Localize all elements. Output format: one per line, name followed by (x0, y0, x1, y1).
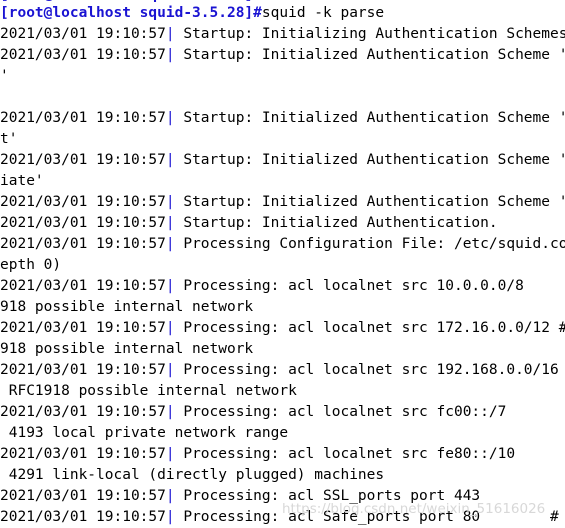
log-timestamp: 2021/03/01 19:10:57 (0, 320, 166, 336)
log-message: Processing: acl localnet src 172.16.0.0/… (183, 320, 565, 336)
log-timestamp: 2021/03/01 19:10:57 (0, 26, 166, 42)
log-message-wrapped: RFC1918 possible internal network (0, 383, 297, 399)
log-separator: | (165, 152, 175, 168)
log-timestamp: 2021/03/01 19:10:57 (0, 509, 166, 525)
terminal-line: [root@localhost squid-3.5.28]#squid -k p… (0, 3, 565, 24)
log-message: Processing: acl localnet src 192.168.0.0… (183, 362, 559, 378)
terminal-line: 2021/03/01 19:10:57| Processing: acl SSL… (0, 486, 565, 507)
log-message-wrapped: ' (0, 68, 9, 84)
log-message: Processing: acl SSL_ports port 443 (174, 488, 481, 504)
terminal-line: 2021/03/01 19:10:57| Startup: Initialize… (0, 45, 565, 66)
log-separator: | (165, 509, 175, 525)
log-timestamp: 2021/03/01 19:10:57 (0, 215, 166, 231)
log-message: Processing: acl localnet src 10.0.0.0/8 … (183, 278, 524, 294)
terminal-window[interactable]: [root@localhost squid-3.5.28]# [root@loc… (0, 0, 565, 528)
terminal-line: ' (0, 66, 565, 87)
log-timestamp: 2021/03/01 19:10:57 (0, 278, 166, 294)
log-message-wrapped: 4193 local private network range (0, 425, 289, 441)
log-timestamp: 2021/03/01 19:10:57 (0, 236, 166, 252)
terminal-line: 2021/03/01 19:10:57| Processing Configur… (0, 234, 565, 255)
log-separator: | (165, 236, 175, 252)
log-message-wrapped: 918 possible internal network (0, 341, 254, 357)
shell-prompt: [root@localhost squid-3.5.28]# (0, 5, 262, 21)
terminal-line: 4193 local private network range (0, 423, 565, 444)
log-message-wrapped: epth 0) (0, 257, 62, 273)
log-message: Processing: acl localnet src fe80::/10 #… (183, 446, 516, 462)
log-message: Startup: Initializing Authentication Sch… (174, 26, 565, 42)
log-separator: | (165, 362, 175, 378)
terminal-line: 2021/03/01 19:10:57| Processing: acl loc… (0, 444, 565, 465)
log-separator: | (165, 404, 175, 420)
terminal-line: 2021/03/01 19:10:57| Startup: Initialize… (0, 213, 565, 234)
terminal-output: [root@localhost squid-3.5.28]#squid -k p… (0, 3, 565, 528)
log-separator: | (165, 446, 175, 462)
terminal-line: RFC1918 possible internal network (0, 381, 565, 402)
log-timestamp: 2021/03/01 19:10:57 (0, 47, 166, 63)
log-message: Startup: Initialized Authentication Sche… (183, 110, 565, 126)
log-message-wrapped: t' (0, 131, 18, 147)
log-separator: | (165, 278, 175, 294)
terminal-line: 2021/03/01 19:10:57| Processing: acl loc… (0, 402, 565, 423)
log-timestamp: 2021/03/01 19:10:57 (0, 404, 166, 420)
log-message-wrapped: 4291 link-local (directly plugged) machi… (0, 467, 385, 483)
log-timestamp: 2021/03/01 19:10:57 (0, 362, 166, 378)
terminal-line: epth 0) (0, 255, 565, 276)
terminal-line: 2021/03/01 19:10:57| Processing: acl loc… (0, 276, 565, 297)
terminal-line: 918 possible internal network (0, 339, 565, 360)
terminal-line: 2021/03/01 19:10:57| Processing: acl loc… (0, 318, 565, 339)
shell-command: squid -k parse (261, 5, 385, 21)
terminal-line: 2021/03/01 19:10:57| Startup: Initialize… (0, 192, 565, 213)
log-separator: | (165, 110, 175, 126)
log-message: Processing: acl localnet src fc00::/7 # … (183, 404, 507, 420)
terminal-line: 2021/03/01 19:10:57| Processing: acl Saf… (0, 507, 565, 528)
terminal-line: 918 possible internal network (0, 297, 565, 318)
log-timestamp: 2021/03/01 19:10:57 (0, 110, 166, 126)
terminal-line: 2021/03/01 19:10:57| Processing: acl loc… (0, 360, 565, 381)
log-separator: | (165, 194, 175, 210)
log-message: Startup: Initialized Authentication Sche… (183, 194, 565, 210)
log-message-wrapped: 918 possible internal network (0, 299, 254, 315)
terminal-line: 2021/03/01 19:10:57| Startup: Initialize… (0, 150, 565, 171)
log-separator: | (165, 47, 175, 63)
log-message-wrapped: iate' (0, 173, 44, 189)
log-message: Startup: Initialized Authentication Sche… (183, 47, 565, 63)
terminal-line: 2021/03/01 19:10:57| Startup: Initializi… (0, 24, 565, 45)
log-separator: | (165, 215, 175, 231)
log-timestamp: 2021/03/01 19:10:57 (0, 152, 166, 168)
log-timestamp: 2021/03/01 19:10:57 (0, 194, 166, 210)
terminal-line: t' (0, 129, 565, 150)
log-separator: | (165, 488, 175, 504)
log-message: Processing Configuration File: /etc/squi… (183, 236, 565, 252)
terminal-line: 2021/03/01 19:10:57| Startup: Initialize… (0, 108, 565, 129)
log-message: Processing: acl Safe_ports port 80 # htt… (174, 509, 565, 525)
terminal-line: iate' (0, 171, 565, 192)
log-separator: | (165, 26, 175, 42)
log-timestamp: 2021/03/01 19:10:57 (0, 488, 166, 504)
log-separator: | (165, 320, 175, 336)
terminal-line: 4291 link-local (directly plugged) machi… (0, 465, 565, 486)
log-timestamp: 2021/03/01 19:10:57 (0, 446, 166, 462)
log-message: Startup: Initialized Authentication. (174, 215, 498, 231)
log-message: Startup: Initialized Authentication Sche… (183, 152, 565, 168)
